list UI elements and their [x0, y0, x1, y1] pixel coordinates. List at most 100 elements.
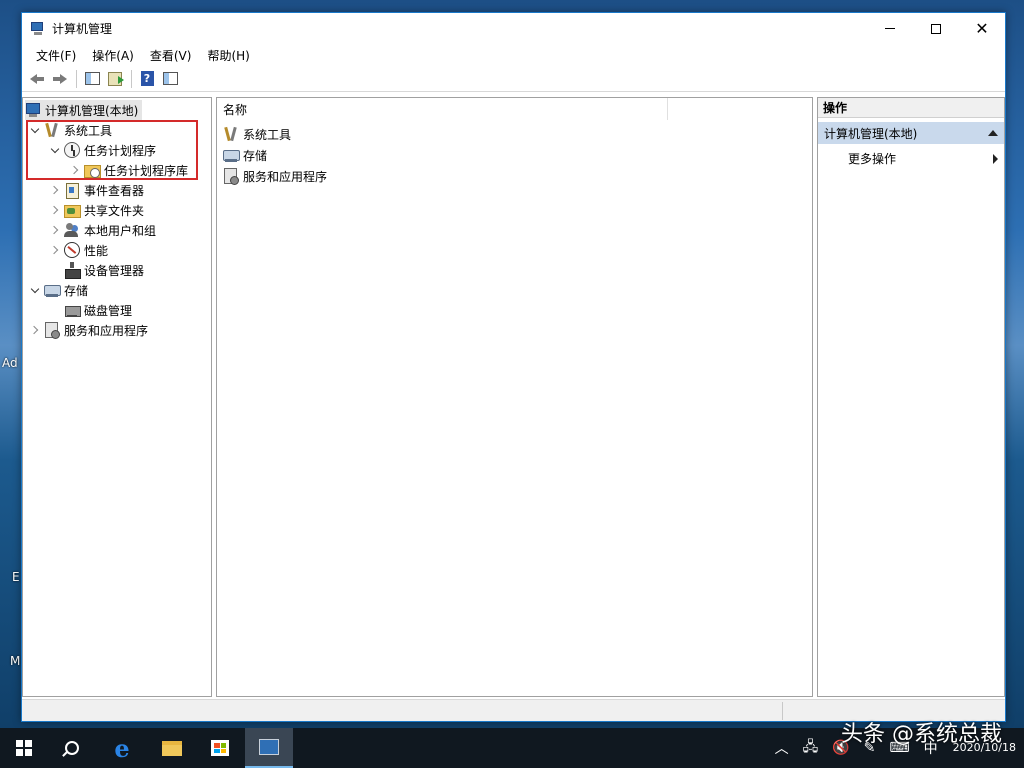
console-tree[interactable]: 计算机管理(本地) 系统工具任务计划程序任务计划程序库 事件查看器共享文件夹本地用…	[22, 97, 212, 697]
maximize-button[interactable]	[913, 13, 959, 44]
submenu-arrow-icon	[993, 154, 998, 164]
tree-item-label: 系统工具	[64, 123, 113, 138]
close-button[interactable]: ✕	[959, 13, 1005, 44]
file-explorer-taskbar-button[interactable]	[148, 728, 196, 768]
list-item[interactable]: 服务和应用程序	[223, 166, 327, 186]
expand-chevron-icon[interactable]	[49, 224, 61, 236]
search-button[interactable]	[48, 728, 96, 768]
tree-item[interactable]: 共享文件夹	[49, 200, 144, 220]
menu-help[interactable]: 帮助(H)	[199, 47, 257, 64]
forward-arrow-icon	[53, 73, 67, 85]
tree-root-label: 计算机管理(本地)	[45, 103, 139, 118]
actions-section-label: 计算机管理(本地)	[824, 126, 918, 141]
network-icon[interactable]: 🖧	[796, 736, 826, 760]
start-button[interactable]	[0, 728, 48, 768]
console-tree-icon	[84, 72, 100, 85]
more-actions-item[interactable]: 更多操作	[848, 148, 896, 168]
desktop-icon-label: M	[10, 654, 21, 668]
expand-chevron-icon[interactable]	[49, 204, 61, 216]
desktop-icon-label: E	[12, 570, 20, 584]
column-divider[interactable]	[667, 98, 668, 120]
users-icon	[64, 222, 80, 238]
menu-file[interactable]: 文件(F)	[28, 47, 84, 64]
tree-root[interactable]: 计算机管理(本地)	[25, 100, 143, 120]
export-icon	[108, 71, 124, 86]
tools-icon	[44, 122, 60, 138]
minimize-button[interactable]	[867, 13, 913, 44]
toolbar-separator	[76, 69, 77, 88]
back-arrow-icon	[30, 73, 44, 85]
help-icon: ?	[140, 71, 154, 86]
export-list-button[interactable]	[104, 69, 126, 89]
collapse-up-icon[interactable]	[988, 130, 998, 136]
back-button[interactable]	[26, 69, 48, 89]
actions-header: 操作	[818, 98, 1004, 118]
store-icon	[211, 740, 229, 756]
tree-item[interactable]: 事件查看器	[49, 180, 144, 200]
tree-item[interactable]: 设备管理器	[49, 260, 144, 280]
list-item[interactable]: 系统工具	[223, 124, 291, 144]
disk-icon	[64, 302, 81, 318]
expand-chevron-icon[interactable]	[49, 244, 61, 256]
tree-item[interactable]: 服务和应用程序	[29, 320, 148, 340]
services-icon	[44, 322, 60, 339]
tools-icon	[223, 126, 239, 142]
folder-clock-icon	[84, 162, 101, 178]
tree-item-label: 存储	[64, 283, 89, 298]
collapse-chevron-icon[interactable]	[29, 124, 41, 136]
event-viewer-icon	[64, 182, 80, 199]
edge-icon: e	[114, 733, 130, 763]
tree-item[interactable]: 存储	[29, 280, 88, 300]
computer-management-icon	[30, 21, 46, 37]
tree-item[interactable]: 系统工具	[29, 120, 112, 140]
tree-item-label: 设备管理器	[84, 263, 145, 278]
watermark-text: 头条 @系统总裁	[841, 722, 1002, 747]
show-hide-console-tree-button[interactable]	[81, 69, 103, 89]
toolbar-separator	[131, 69, 132, 88]
computer-management-taskbar-button[interactable]	[245, 728, 293, 768]
services-icon	[223, 168, 239, 185]
computer-management-window: 计算机管理 ✕ 文件(F) 操作(A) 查看(V) 帮助(H) ? 计算机管理(…	[21, 12, 1006, 722]
list-item-label: 服务和应用程序	[243, 169, 328, 184]
list-item[interactable]: 存储	[223, 145, 267, 165]
help-button[interactable]: ?	[136, 69, 158, 89]
computer-management-icon	[25, 102, 41, 118]
title-bar[interactable]: 计算机管理 ✕	[22, 13, 1005, 44]
forward-button[interactable]	[49, 69, 71, 89]
shared-folder-icon	[64, 202, 81, 218]
menu-bar: 文件(F) 操作(A) 查看(V) 帮助(H)	[22, 44, 1005, 66]
actions-section-computer-management[interactable]: 计算机管理(本地)	[818, 122, 1004, 144]
status-segment	[782, 702, 783, 720]
windows-logo-icon	[16, 740, 32, 756]
tree-item[interactable]: 磁盘管理	[49, 300, 132, 320]
edge-taskbar-button[interactable]: e	[98, 728, 146, 768]
collapse-chevron-icon[interactable]	[29, 284, 41, 296]
tree-item-label: 任务计划程序	[84, 143, 157, 158]
expand-chevron-icon[interactable]	[29, 324, 41, 336]
storage-icon	[223, 147, 240, 163]
menu-action[interactable]: 操作(A)	[84, 47, 142, 64]
show-hide-action-pane-button[interactable]	[159, 69, 181, 89]
tree-item-label: 共享文件夹	[84, 203, 145, 218]
tree-item-label: 本地用户和组	[84, 223, 157, 238]
menu-view[interactable]: 查看(V)	[142, 47, 200, 64]
folder-icon	[162, 740, 182, 756]
tree-item[interactable]: 任务计划程序	[49, 140, 156, 160]
tree-item[interactable]: 本地用户和组	[49, 220, 156, 240]
storage-icon	[44, 282, 61, 298]
store-taskbar-button[interactable]	[196, 728, 244, 768]
more-actions-label: 更多操作	[848, 151, 897, 166]
tree-item[interactable]: 性能	[49, 240, 108, 260]
column-name-header[interactable]: 名称	[217, 98, 667, 120]
expand-chevron-icon[interactable]	[69, 164, 81, 176]
tree-item-label: 磁盘管理	[84, 303, 133, 318]
tree-item[interactable]: 任务计划程序库	[69, 160, 188, 180]
toolbar: ?	[22, 66, 1005, 92]
list-item-label: 存储	[243, 148, 268, 163]
show-hidden-icons-chevron[interactable]: ︿	[768, 738, 796, 758]
collapse-chevron-icon[interactable]	[49, 144, 61, 156]
results-list[interactable]: 名称 系统工具存储服务和应用程序	[216, 97, 813, 697]
computer-management-icon	[259, 739, 279, 755]
expand-chevron-icon[interactable]	[49, 184, 61, 196]
desktop-icon-label: Ad	[2, 356, 18, 370]
